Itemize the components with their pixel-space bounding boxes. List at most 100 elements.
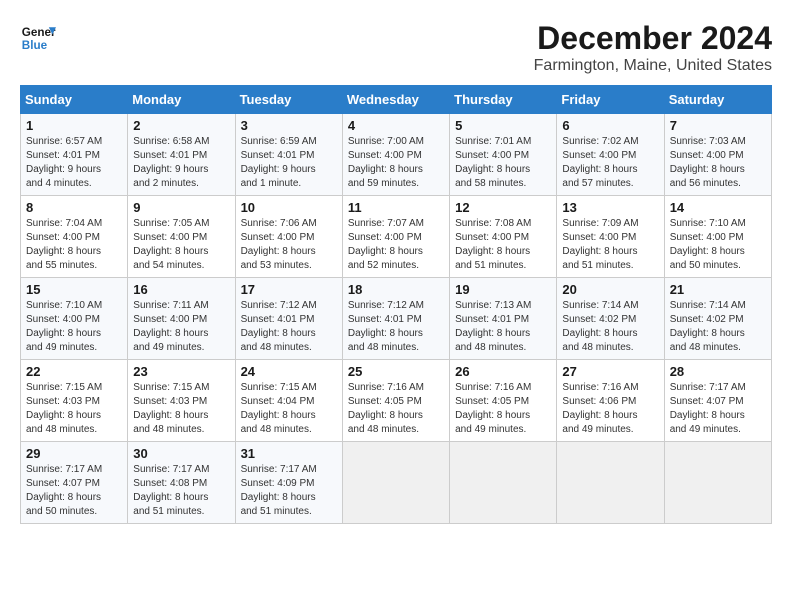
calendar-cell: 27 Sunrise: 7:16 AM Sunset: 4:06 PM Dayli… [557, 360, 664, 442]
day-info: Sunrise: 7:17 AM Sunset: 4:07 PM Dayligh… [26, 463, 122, 519]
day-info: Sunrise: 7:09 AM Sunset: 4:00 PM Dayligh… [562, 217, 658, 273]
calendar-cell: 28Sunrise: 7:17 AM Sunset: 4:07 PM Dayli… [664, 360, 771, 442]
calendar-cell: 20 Sunrise: 7:14 AM Sunset: 4:02 PM Dayli… [557, 278, 664, 360]
day-info: Sunrise: 7:16 AM Sunset: 4:05 PM Dayligh… [348, 381, 444, 437]
day-info: Sunrise: 7:17 AM Sunset: 4:09 PM Dayligh… [241, 463, 337, 519]
day-number: 30 [133, 446, 229, 461]
calendar-cell: 18 Sunrise: 7:12 AM Sunset: 4:01 PM Dayli… [342, 278, 449, 360]
week-row: 22 Sunrise: 7:15 AM Sunset: 4:03 PM Dayli… [21, 360, 772, 442]
day-number: 19 [455, 282, 551, 297]
day-info: Sunrise: 7:12 AM Sunset: 4:01 PM Dayligh… [241, 299, 337, 355]
day-info: Sunrise: 7:06 AM Sunset: 4:00 PM Dayligh… [241, 217, 337, 273]
col-header-tuesday: Tuesday [235, 86, 342, 114]
day-number: 4 [348, 118, 444, 133]
day-info: Sunrise: 7:10 AM Sunset: 4:00 PM Dayligh… [670, 217, 766, 273]
day-info: Sunrise: 6:58 AM Sunset: 4:01 PM Dayligh… [133, 135, 229, 191]
calendar-cell: 11 Sunrise: 7:07 AM Sunset: 4:00 PM Dayli… [342, 196, 449, 278]
calendar-cell: 22 Sunrise: 7:15 AM Sunset: 4:03 PM Dayli… [21, 360, 128, 442]
col-header-wednesday: Wednesday [342, 86, 449, 114]
calendar-cell: 30Sunrise: 7:17 AM Sunset: 4:08 PM Dayli… [128, 442, 235, 524]
day-info: Sunrise: 7:15 AM Sunset: 4:03 PM Dayligh… [133, 381, 229, 437]
day-info: Sunrise: 7:13 AM Sunset: 4:01 PM Dayligh… [455, 299, 551, 355]
calendar-cell: 15Sunrise: 7:10 AM Sunset: 4:00 PM Dayli… [21, 278, 128, 360]
day-info: Sunrise: 6:59 AM Sunset: 4:01 PM Dayligh… [241, 135, 337, 191]
day-number: 14 [670, 200, 766, 215]
calendar-cell: 23 Sunrise: 7:15 AM Sunset: 4:03 PM Dayli… [128, 360, 235, 442]
calendar-cell: 2 Sunrise: 6:58 AM Sunset: 4:01 PM Daylig… [128, 114, 235, 196]
day-info: Sunrise: 7:12 AM Sunset: 4:01 PM Dayligh… [348, 299, 444, 355]
day-info: Sunrise: 7:16 AM Sunset: 4:06 PM Dayligh… [562, 381, 658, 437]
calendar-cell: 25 Sunrise: 7:16 AM Sunset: 4:05 PM Dayli… [342, 360, 449, 442]
calendar-cell: 13 Sunrise: 7:09 AM Sunset: 4:00 PM Dayli… [557, 196, 664, 278]
day-number: 22 [26, 364, 122, 379]
calendar-cell: 4Sunrise: 7:00 AM Sunset: 4:00 PM Daylig… [342, 114, 449, 196]
day-info: Sunrise: 7:14 AM Sunset: 4:02 PM Dayligh… [562, 299, 658, 355]
day-number: 8 [26, 200, 122, 215]
col-header-sunday: Sunday [21, 86, 128, 114]
header-row: SundayMondayTuesdayWednesdayThursdayFrid… [21, 86, 772, 114]
day-info: Sunrise: 7:01 AM Sunset: 4:00 PM Dayligh… [455, 135, 551, 191]
day-info: Sunrise: 7:02 AM Sunset: 4:00 PM Dayligh… [562, 135, 658, 191]
day-info: Sunrise: 6:57 AM Sunset: 4:01 PM Dayligh… [26, 135, 122, 191]
day-number: 2 [133, 118, 229, 133]
day-number: 20 [562, 282, 658, 297]
day-number: 3 [241, 118, 337, 133]
day-number: 1 [26, 118, 122, 133]
day-number: 31 [241, 446, 337, 461]
day-number: 13 [562, 200, 658, 215]
calendar-cell: 8 Sunrise: 7:04 AM Sunset: 4:00 PM Daylig… [21, 196, 128, 278]
day-number: 6 [562, 118, 658, 133]
calendar-cell: 9Sunrise: 7:05 AM Sunset: 4:00 PM Daylig… [128, 196, 235, 278]
day-info: Sunrise: 7:15 AM Sunset: 4:04 PM Dayligh… [241, 381, 337, 437]
day-number: 27 [562, 364, 658, 379]
calendar-cell [664, 442, 771, 524]
week-row: 1 Sunrise: 6:57 AM Sunset: 4:01 PM Daylig… [21, 114, 772, 196]
day-number: 25 [348, 364, 444, 379]
calendar-cell [450, 442, 557, 524]
calendar-cell: 12Sunrise: 7:08 AM Sunset: 4:00 PM Dayli… [450, 196, 557, 278]
calendar-cell: 17 Sunrise: 7:12 AM Sunset: 4:01 PM Dayli… [235, 278, 342, 360]
week-row: 15Sunrise: 7:10 AM Sunset: 4:00 PM Dayli… [21, 278, 772, 360]
calendar-cell: 10Sunrise: 7:06 AM Sunset: 4:00 PM Dayli… [235, 196, 342, 278]
day-info: Sunrise: 7:15 AM Sunset: 4:03 PM Dayligh… [26, 381, 122, 437]
day-info: Sunrise: 7:07 AM Sunset: 4:00 PM Dayligh… [348, 217, 444, 273]
day-number: 24 [241, 364, 337, 379]
calendar-cell: 7Sunrise: 7:03 AM Sunset: 4:00 PM Daylig… [664, 114, 771, 196]
calendar-cell: 26Sunrise: 7:16 AM Sunset: 4:05 PM Dayli… [450, 360, 557, 442]
calendar-cell: 14 Sunrise: 7:10 AM Sunset: 4:00 PM Dayli… [664, 196, 771, 278]
day-number: 12 [455, 200, 551, 215]
calendar-cell [342, 442, 449, 524]
calendar-cell: 5Sunrise: 7:01 AM Sunset: 4:00 PM Daylig… [450, 114, 557, 196]
day-info: Sunrise: 7:16 AM Sunset: 4:05 PM Dayligh… [455, 381, 551, 437]
title-area: December 2024 Farmington, Maine, United … [534, 20, 772, 75]
page-title: December 2024 [534, 20, 772, 57]
day-info: Sunrise: 7:04 AM Sunset: 4:00 PM Dayligh… [26, 217, 122, 273]
day-number: 16 [133, 282, 229, 297]
calendar-cell: 6 Sunrise: 7:02 AM Sunset: 4:00 PM Daylig… [557, 114, 664, 196]
svg-text:Blue: Blue [22, 39, 48, 52]
logo-icon: General Blue [20, 20, 56, 56]
col-header-monday: Monday [128, 86, 235, 114]
logo: General Blue [20, 20, 56, 56]
col-header-friday: Friday [557, 86, 664, 114]
day-number: 11 [348, 200, 444, 215]
col-header-saturday: Saturday [664, 86, 771, 114]
calendar-cell: 31 Sunrise: 7:17 AM Sunset: 4:09 PM Dayli… [235, 442, 342, 524]
page-subtitle: Farmington, Maine, United States [534, 57, 772, 75]
day-number: 17 [241, 282, 337, 297]
day-info: Sunrise: 7:10 AM Sunset: 4:00 PM Dayligh… [26, 299, 122, 355]
header: General Blue December 2024 Farmington, M… [20, 20, 772, 75]
calendar-cell: 3 Sunrise: 6:59 AM Sunset: 4:01 PM Daylig… [235, 114, 342, 196]
day-info: Sunrise: 7:03 AM Sunset: 4:00 PM Dayligh… [670, 135, 766, 191]
calendar-table: SundayMondayTuesdayWednesdayThursdayFrid… [20, 85, 772, 524]
week-row: 29Sunrise: 7:17 AM Sunset: 4:07 PM Dayli… [21, 442, 772, 524]
day-number: 21 [670, 282, 766, 297]
day-info: Sunrise: 7:05 AM Sunset: 4:00 PM Dayligh… [133, 217, 229, 273]
day-number: 28 [670, 364, 766, 379]
day-number: 18 [348, 282, 444, 297]
calendar-cell [557, 442, 664, 524]
calendar-cell: 1 Sunrise: 6:57 AM Sunset: 4:01 PM Daylig… [21, 114, 128, 196]
calendar-cell: 29Sunrise: 7:17 AM Sunset: 4:07 PM Dayli… [21, 442, 128, 524]
calendar-cell: 21Sunrise: 7:14 AM Sunset: 4:02 PM Dayli… [664, 278, 771, 360]
day-number: 23 [133, 364, 229, 379]
